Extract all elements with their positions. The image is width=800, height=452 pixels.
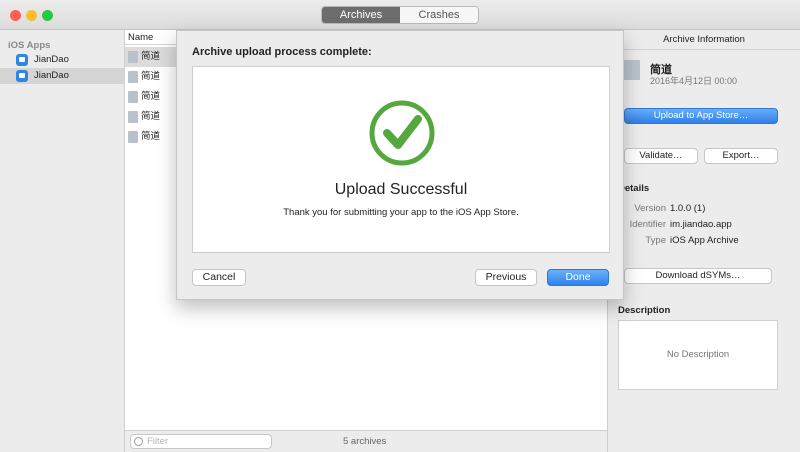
success-message: Thank you for submitting your app to the… bbox=[283, 207, 519, 218]
identifier-label: Identifier bbox=[629, 219, 666, 230]
archive-name: 简道 bbox=[141, 111, 161, 122]
identifier-value: im.jiandao.app bbox=[670, 219, 732, 230]
bottom-bar: Filter 5 archives bbox=[125, 430, 607, 452]
sidebar-heading: iOS Apps bbox=[8, 40, 51, 51]
archive-icon bbox=[624, 60, 640, 80]
minimize-window-button[interactable] bbox=[26, 10, 37, 21]
success-title: Upload Successful bbox=[334, 181, 468, 198]
archive-name: 简道 bbox=[141, 131, 161, 142]
archive-name: 简道 bbox=[141, 71, 161, 82]
upload-to-app-store-button[interactable]: Upload to App Store… bbox=[624, 108, 778, 124]
archive-count: 5 archives bbox=[343, 436, 387, 447]
window-titlebar: Archives Crashes bbox=[0, 0, 800, 30]
sidebar-item-label: JianDao bbox=[34, 54, 69, 65]
sidebar-item-jiandao[interactable]: JianDao bbox=[0, 52, 125, 68]
archive-icon bbox=[128, 91, 138, 103]
archive-icon bbox=[128, 51, 138, 63]
filter-input[interactable]: Filter bbox=[130, 434, 272, 449]
export-button[interactable]: Export… bbox=[704, 148, 778, 164]
validate-button[interactable]: Validate… bbox=[624, 148, 698, 164]
sidebar: iOS Apps JianDao JianDao bbox=[0, 30, 125, 452]
archive-name: 简道 bbox=[141, 91, 161, 102]
sidebar-item-label: JianDao bbox=[34, 70, 69, 81]
description-field[interactable]: No Description bbox=[618, 320, 778, 390]
close-window-button[interactable] bbox=[10, 10, 21, 21]
identifier-row: Identifier im.jiandao.app bbox=[618, 219, 798, 230]
version-label: Version bbox=[634, 203, 666, 214]
previous-button[interactable]: Previous bbox=[475, 269, 537, 286]
archive-name: 简道 bbox=[141, 51, 161, 62]
type-label: Type bbox=[645, 235, 666, 246]
description-heading: Description bbox=[618, 305, 671, 316]
archive-icon bbox=[128, 71, 138, 83]
version-row: Version 1.0.0 (1) bbox=[618, 203, 798, 214]
sheet-title: Archive upload process complete: bbox=[192, 46, 372, 58]
type-row: Type iOS App Archive bbox=[618, 235, 798, 246]
zoom-window-button[interactable] bbox=[42, 10, 53, 21]
done-button[interactable]: Done bbox=[547, 269, 609, 286]
upload-complete-sheet: Archive upload process complete: Upload … bbox=[176, 30, 624, 300]
success-panel: Upload Successful Thank you for submitti… bbox=[192, 66, 610, 253]
type-value: iOS App Archive bbox=[670, 235, 739, 246]
segmented-control: Archives Crashes bbox=[321, 6, 479, 24]
version-value: 1.0.0 (1) bbox=[670, 203, 706, 214]
archive-icon bbox=[128, 111, 138, 123]
success-check-icon bbox=[369, 100, 435, 166]
filter-placeholder: Filter bbox=[147, 436, 169, 447]
sidebar-item-jiandao-selected[interactable]: JianDao bbox=[0, 68, 125, 84]
download-dsyms-button[interactable]: Download dSYMs… bbox=[624, 268, 772, 284]
inspector-title: Archive Information bbox=[608, 30, 800, 50]
app-icon bbox=[16, 54, 28, 66]
archive-date: 2016年4月12日 00:00 bbox=[650, 76, 738, 86]
filter-icon bbox=[134, 437, 143, 446]
cancel-button[interactable]: Cancel bbox=[192, 269, 246, 286]
archive-icon bbox=[128, 131, 138, 143]
archive-inspector: Archive Information 简道 2016年4月12日 00:00 … bbox=[607, 30, 800, 452]
tab-archives[interactable]: Archives bbox=[322, 7, 400, 23]
tab-crashes[interactable]: Crashes bbox=[400, 7, 478, 23]
app-icon bbox=[16, 70, 28, 82]
